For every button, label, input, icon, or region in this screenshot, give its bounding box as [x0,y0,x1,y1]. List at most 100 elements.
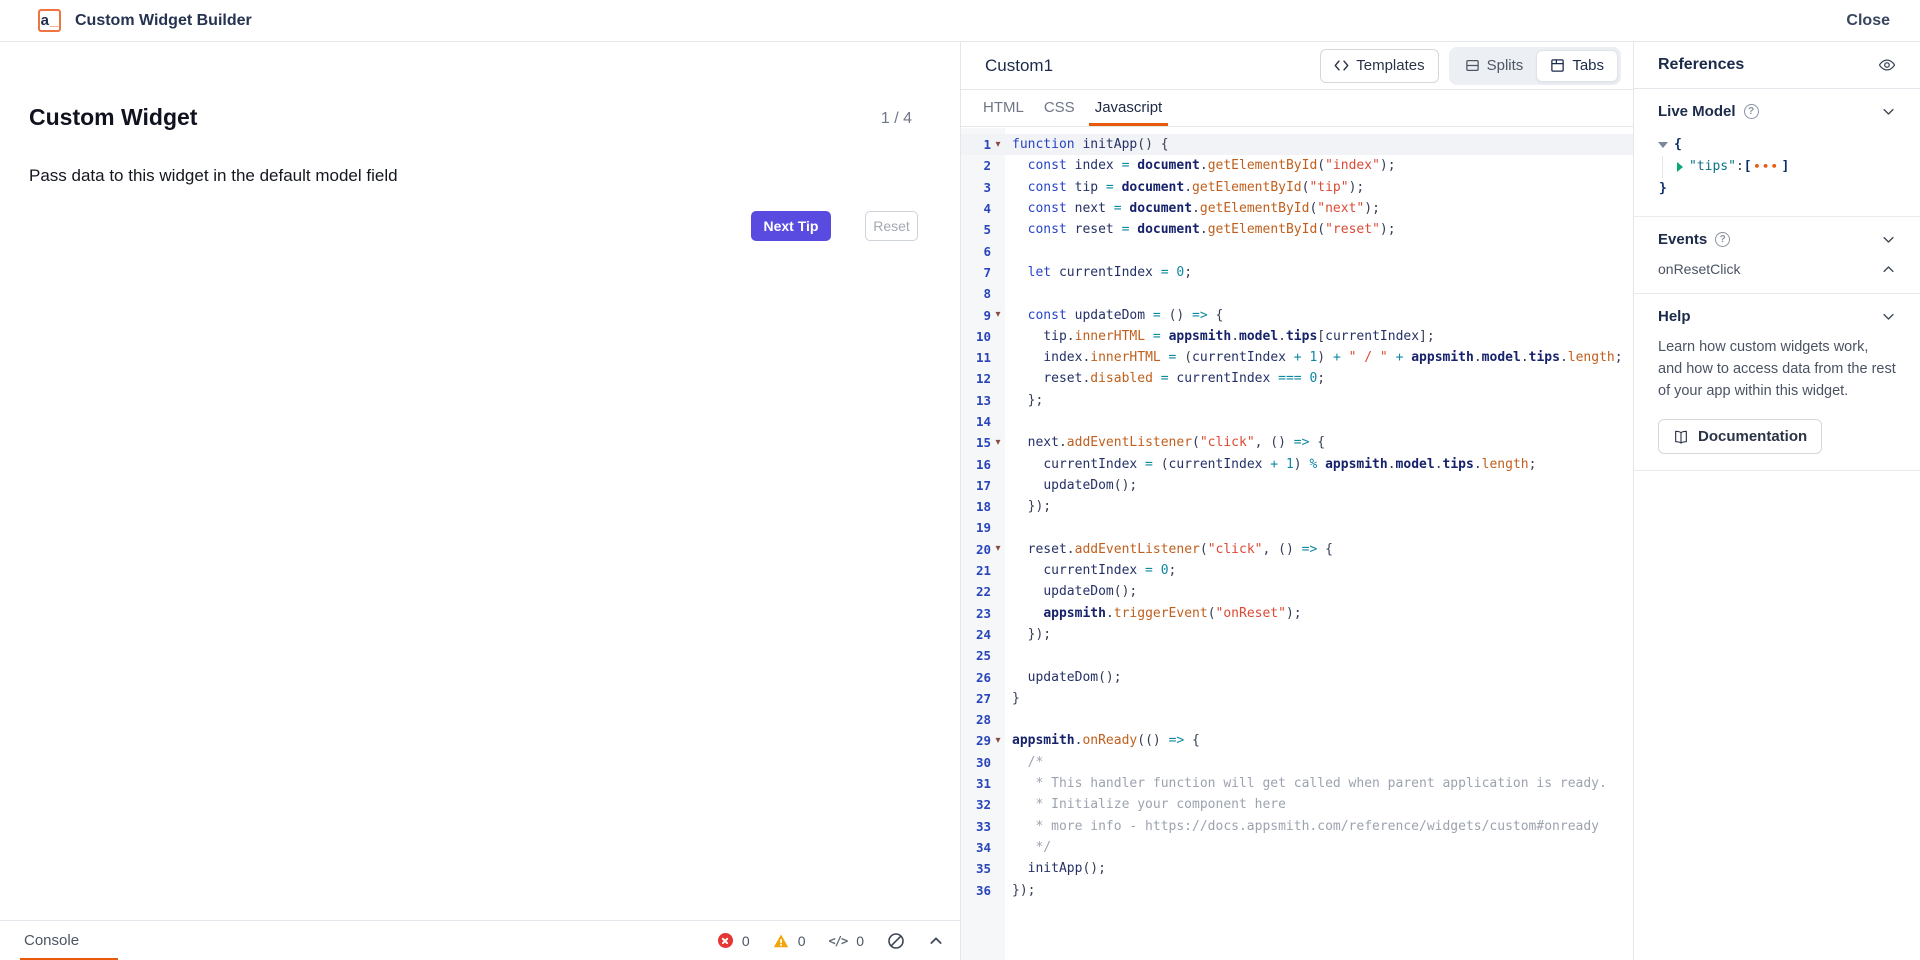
code-line[interactable]: 18 }); [961,496,1633,517]
code-line[interactable]: 31 * This handler function will get call… [961,773,1633,794]
line-number: 14 [961,414,991,429]
code-line[interactable]: 33 * more info - https://docs.appsmith.c… [961,816,1633,837]
logo-letter: a [41,13,49,28]
console-label: Console [24,932,79,949]
code-text: initApp(); [1005,861,1106,876]
line-number: 35 [961,861,991,876]
fold-arrow-icon[interactable]: ▾ [991,736,1005,746]
splits-label: Splits [1487,57,1524,74]
tab-javascript[interactable]: Javascript [1085,99,1173,126]
line-number: 36 [961,883,991,898]
code-line[interactable]: 11 index.innerHTML = (currentIndex + 1) … [961,347,1633,368]
code-line[interactable]: 22 updateDom(); [961,581,1633,602]
events-section: Events ? onResetClick [1634,217,1920,294]
documentation-button[interactable]: Documentation [1658,419,1822,454]
references-panel: References Live Model ? [1633,42,1920,960]
event-item-onresetclick[interactable]: onResetClick [1658,261,1896,277]
layout-splits-option[interactable]: Splits [1452,50,1537,82]
code-line[interactable]: 1▾function initApp() { [961,134,1633,155]
expand-arrow-icon[interactable] [1677,162,1683,172]
line-number: 32 [961,797,991,812]
code-line[interactable]: 25 [961,645,1633,666]
clear-console-button[interactable] [887,932,905,950]
line-number: 25 [961,648,991,663]
code-line[interactable]: 15▾ next.addEventListener("click", () =>… [961,432,1633,453]
javascript-code-editor[interactable]: 1▾function initApp() {2 const index = do… [961,128,1633,960]
code-line[interactable]: 23 appsmith.triggerEvent("onReset"); [961,603,1633,624]
toggle-references-button[interactable] [1878,56,1896,74]
close-brace: } [1659,178,1667,200]
bracket-close: ] [1782,156,1790,178]
warning-count-filter[interactable] [773,933,789,949]
code-line[interactable]: 36}); [961,879,1633,900]
close-button[interactable]: Close [1846,12,1890,30]
error-count-filter[interactable] [718,933,733,948]
fold-arrow-icon[interactable]: ▾ [991,544,1005,554]
code-line[interactable]: 17 updateDom(); [961,475,1633,496]
code-content: 1▾function initApp() {2 const index = do… [961,134,1633,901]
layout-tabs-option[interactable]: Tabs [1536,50,1618,82]
code-line[interactable]: 8 [961,283,1633,304]
code-line[interactable]: 32 * Initialize your component here [961,794,1633,815]
live-model-collapse-button[interactable] [1881,104,1896,119]
event-collapse-button[interactable] [1881,262,1896,277]
events-title: Events [1658,231,1707,248]
json-root-row[interactable]: { [1658,134,1896,156]
events-collapse-button[interactable] [1881,232,1896,247]
widget-heading: Custom Widget [29,104,197,131]
code-line[interactable]: 16 currentIndex = (currentIndex + 1) % a… [961,453,1633,474]
collapse-arrow-icon[interactable] [1658,142,1668,148]
code-line[interactable]: 24 }); [961,624,1633,645]
code-line[interactable]: 14 [961,411,1633,432]
documentation-label: Documentation [1698,428,1807,445]
code-line[interactable]: 34 */ [961,837,1633,858]
code-line[interactable]: 6 [961,240,1633,261]
templates-button[interactable]: Templates [1320,49,1438,83]
code-line[interactable]: 19 [961,517,1633,538]
tab-css[interactable]: CSS [1034,99,1085,126]
live-model-title: Live Model [1658,103,1736,120]
console-tab[interactable]: Console [24,921,79,960]
code-line[interactable]: 7 let currentIndex = 0; [961,262,1633,283]
line-number: 19 [961,520,991,535]
line-number: 1 [961,137,991,152]
code-line[interactable]: 4 const next = document.getElementById("… [961,198,1633,219]
code-line[interactable]: 28 [961,709,1633,730]
fold-arrow-icon[interactable]: ▾ [991,438,1005,448]
reset-button[interactable]: Reset [865,211,918,241]
code-line[interactable]: 2 const index = document.getElementById(… [961,155,1633,176]
code-line[interactable]: 5 const reset = document.getElementById(… [961,219,1633,240]
console-bar: Console 0 0 </> 0 [0,920,960,960]
code-line[interactable]: 10 tip.innerHTML = appsmith.model.tips[c… [961,326,1633,347]
help-collapse-button[interactable] [1881,309,1896,324]
code-line[interactable]: 30 /* [961,752,1633,773]
code-line[interactable]: 3 const tip = document.getElementById("t… [961,177,1633,198]
live-model-help-icon[interactable]: ? [1744,104,1759,119]
code-line[interactable]: 21 currentIndex = 0; [961,560,1633,581]
widget-name: Custom1 [985,56,1053,76]
tab-html[interactable]: HTML [973,99,1034,126]
collapsed-array-dots[interactable]: ••• [1754,156,1780,178]
chevron-down-icon [1881,104,1896,119]
live-model-json-tree: { "tips" : [ ••• ] } [1658,134,1896,200]
code-line[interactable]: 13 }; [961,390,1633,411]
code-text: updateDom(); [1005,584,1137,599]
expand-console-button[interactable] [928,933,944,949]
code-text: */ [1005,840,1051,855]
code-line[interactable]: 9▾ const updateDom = () => { [961,304,1633,325]
code-text: const index = document.getElementById("i… [1005,158,1396,173]
code-line[interactable]: 35 initApp(); [961,858,1633,879]
fold-arrow-icon[interactable]: ▾ [991,310,1005,320]
code-line[interactable]: 29▾appsmith.onReady(() => { [961,730,1633,751]
code-line[interactable]: 20▾ reset.addEventListener("click", () =… [961,539,1633,560]
fold-arrow-icon[interactable]: ▾ [991,140,1005,150]
json-tips-row[interactable]: "tips" : [ ••• ] [1677,156,1896,178]
next-tip-button[interactable]: Next Tip [751,211,831,241]
code-line[interactable]: 26 updateDom(); [961,666,1633,687]
logs-filter[interactable]: </> [829,934,848,948]
code-line[interactable]: 12 reset.disabled = currentIndex === 0; [961,368,1633,389]
line-number: 17 [961,478,991,493]
line-number: 18 [961,499,991,514]
code-line[interactable]: 27} [961,688,1633,709]
events-help-icon[interactable]: ? [1715,232,1730,247]
